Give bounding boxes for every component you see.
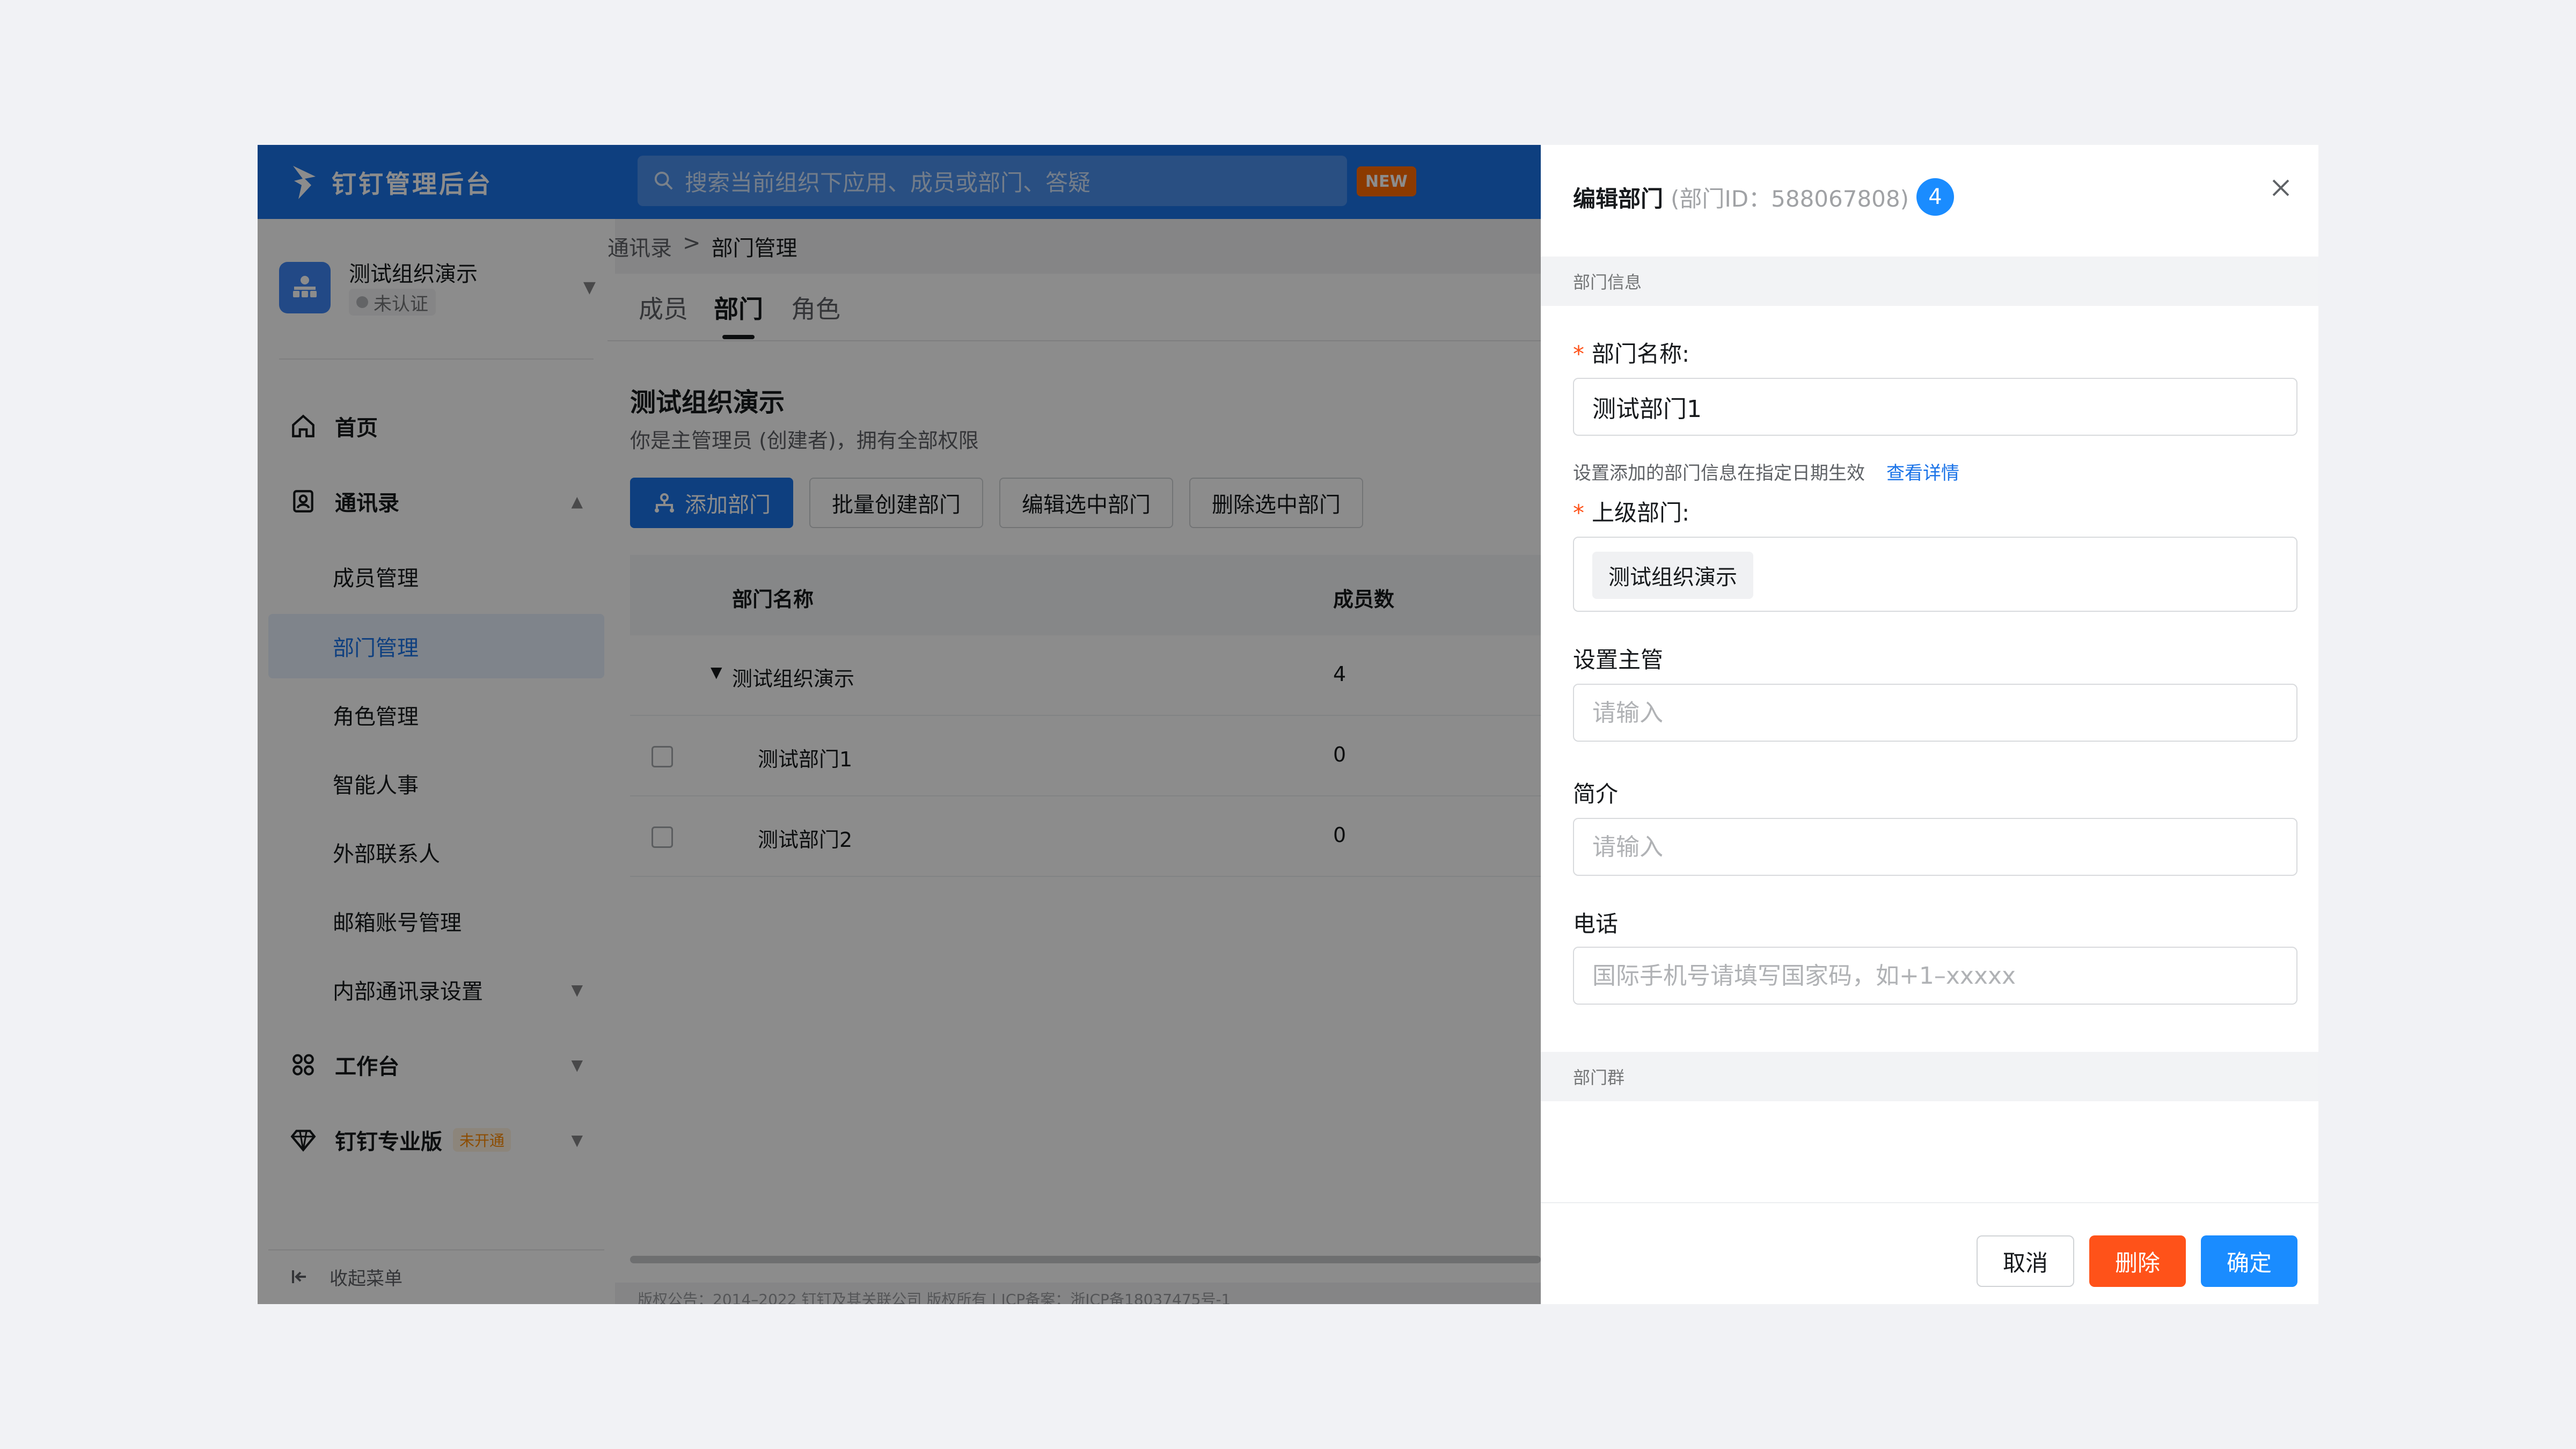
drawer-footer: 取消 删除 确定 [1541, 1202, 2318, 1304]
section-department-info: 部门信息 [1541, 257, 2318, 306]
department-name-input[interactable] [1573, 378, 2297, 436]
confirm-button[interactable]: 确定 [2201, 1235, 2297, 1287]
manager-label: 设置主管 [1573, 647, 1664, 673]
department-id: (部门ID：588067808) [1671, 185, 1909, 212]
required-marker: * [1573, 341, 1584, 367]
intro-label: 简介 [1573, 781, 1619, 807]
drawer-header: 编辑部门 (部门ID：588067808) 4 [1541, 145, 2318, 258]
required-marker: * [1573, 500, 1584, 526]
close-button[interactable] [2265, 172, 2297, 204]
drawer-title-text: 编辑部门 [1573, 185, 1664, 212]
department-name-label: * 部门名称: [1573, 341, 1690, 367]
effective-date-hint: 设置添加的部门信息在指定日期生效 查看详情 [1573, 458, 1959, 485]
phone-label: 电话 [1573, 911, 1619, 937]
section-department-group: 部门群 [1541, 1052, 2318, 1101]
step-badge: 4 [1916, 178, 1955, 216]
delete-button[interactable]: 删除 [2089, 1235, 2186, 1287]
edit-department-drawer: 编辑部门 (部门ID：588067808) 4 部门信息 *部门名称: 设置添加… [1541, 145, 2318, 1304]
manager-input[interactable] [1573, 684, 2297, 742]
close-icon [2272, 179, 2289, 196]
app-window: 钉钉管理后台 搜索当前组织下应用、成员或部门、答疑 NEW 测试组织演示 未认证… [258, 145, 2318, 1304]
drawer-title: 编辑部门 (部门ID：588067808) 4 [1573, 178, 1955, 216]
view-details-link[interactable]: 查看详情 [1886, 458, 1959, 485]
intro-input[interactable] [1573, 818, 2297, 876]
background-page: 钉钉管理后台 搜索当前组织下应用、成员或部门、答疑 NEW 测试组织演示 未认证… [258, 145, 1541, 1304]
modal-overlay[interactable] [258, 145, 1541, 1304]
parent-department-selector[interactable]: 测试组织演示 [1573, 537, 2297, 612]
cancel-button[interactable]: 取消 [1977, 1235, 2074, 1287]
parent-department-label: * 上级部门: [1573, 500, 1690, 526]
phone-input[interactable] [1573, 947, 2297, 1005]
parent-department-chip[interactable]: 测试组织演示 [1592, 552, 1753, 599]
